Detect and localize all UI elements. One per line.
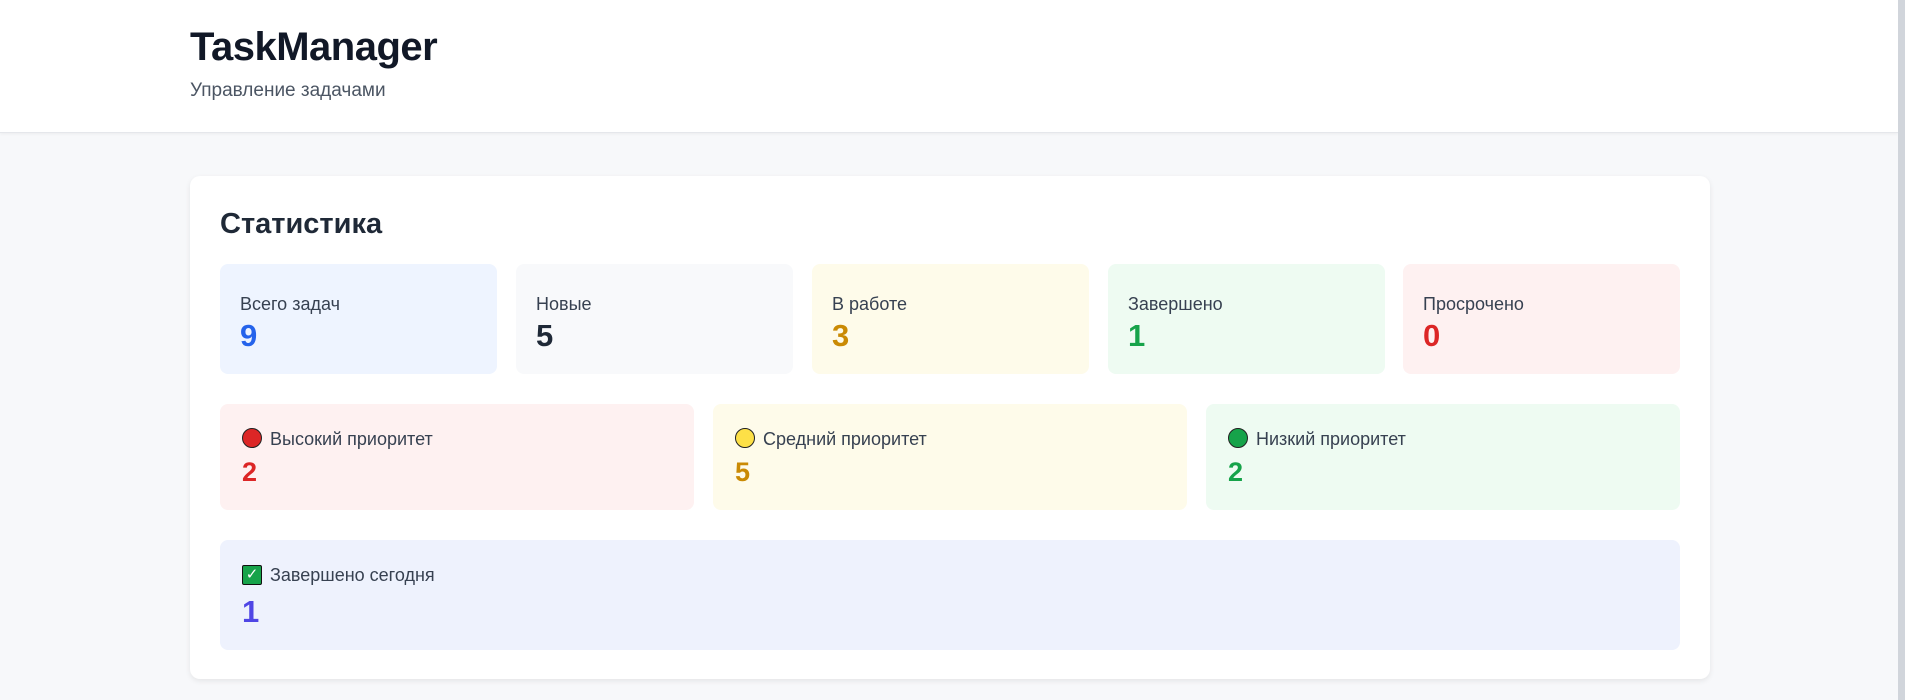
page-scrollbar[interactable] <box>1898 0 1905 700</box>
stat-medium-priority: Средний приоритет 5 <box>713 404 1187 510</box>
app-subtitle: Управление задачами <box>190 80 386 101</box>
stat-high-priority: Высокий приоритет 2 <box>220 404 694 510</box>
stat-value: 5 <box>735 457 751 487</box>
stat-label: Всего задач <box>240 294 340 314</box>
stat-value: 0 <box>1423 318 1441 353</box>
stat-value: 1 <box>1128 318 1146 353</box>
stat-value: 9 <box>240 318 258 353</box>
stat-completed-today: ✓ Завершено сегодня 1 <box>220 540 1680 650</box>
stat-label: Средний приоритет <box>763 429 927 449</box>
stat-label: Низкий приоритет <box>1256 429 1406 449</box>
stat-completed: Завершено 1 <box>1108 264 1385 374</box>
stat-label: Завершено <box>1128 294 1223 314</box>
stat-new: Новые 5 <box>516 264 793 374</box>
stat-value: 5 <box>536 318 554 353</box>
green-circle-icon <box>1228 428 1248 448</box>
red-circle-icon <box>242 428 262 448</box>
stat-value: 2 <box>1228 457 1244 487</box>
stat-label: Завершено сегодня <box>270 565 435 585</box>
stat-label: Новые <box>536 294 592 314</box>
stat-label: Просрочено <box>1423 294 1524 314</box>
stat-value: 2 <box>242 457 258 487</box>
stat-label: Высокий приоритет <box>270 429 433 449</box>
stat-overdue: Просрочено 0 <box>1403 264 1680 374</box>
stat-in-progress: В работе 3 <box>812 264 1089 374</box>
stat-label: В работе <box>832 294 908 314</box>
statistics-title: Статистика <box>220 208 383 240</box>
app-header: TaskManager Управление задачами <box>0 0 1898 133</box>
app-title: TaskManager <box>190 25 438 69</box>
statistics-card: Статистика Всего задач 9 Новые 5 В работ… <box>190 176 1710 679</box>
stat-value: 1 <box>242 594 260 629</box>
check-mark-button-icon: ✓ <box>242 565 262 585</box>
stat-low-priority: Низкий приоритет 2 <box>1206 404 1680 510</box>
stat-total-tasks: Всего задач 9 <box>220 264 497 374</box>
stat-value: 3 <box>832 318 850 353</box>
yellow-circle-icon <box>735 428 755 448</box>
